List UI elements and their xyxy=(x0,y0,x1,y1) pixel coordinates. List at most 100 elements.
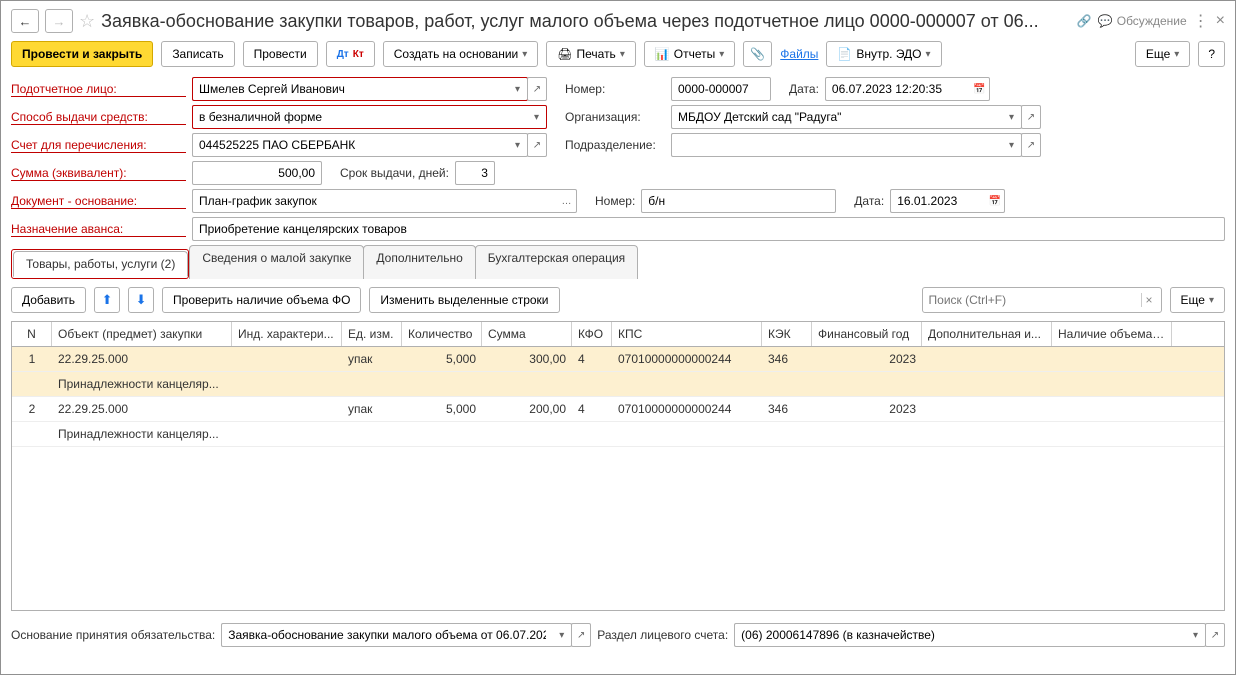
col-qty[interactable]: Количество xyxy=(402,322,482,346)
paperclip-icon: 📎 xyxy=(750,47,765,61)
basis-number-input[interactable] xyxy=(646,193,831,209)
help-button[interactable]: ? xyxy=(1198,41,1225,67)
person-label: Подотчетное лицо: xyxy=(11,82,186,97)
col-extra[interactable]: Дополнительная и... xyxy=(922,322,1052,346)
col-sum[interactable]: Сумма xyxy=(482,322,572,346)
table-row-desc[interactable]: Принадлежности канцеляр... xyxy=(12,372,1224,397)
date-input[interactable] xyxy=(830,81,966,97)
person-dropdown-button[interactable]: ▾ xyxy=(508,77,528,101)
purpose-label: Назначение аванса: xyxy=(11,222,186,237)
basis-input[interactable] xyxy=(197,193,553,209)
col-avail[interactable]: Наличие объема ... xyxy=(1052,322,1172,346)
search-clear-button[interactable]: × xyxy=(1141,293,1157,307)
print-button[interactable]: 🖨 Печать xyxy=(546,41,636,67)
account-label: Счет для перечисления: xyxy=(11,138,186,153)
account-section-label: Раздел лицевого счета: xyxy=(597,628,728,642)
basis-date-input[interactable] xyxy=(895,193,981,209)
col-kps[interactable]: КПС xyxy=(612,322,762,346)
files-link[interactable]: Файлы xyxy=(780,47,818,61)
obligation-basis-label: Основание принятия обязательства: xyxy=(11,628,215,642)
sum-label: Сумма (эквивалент): xyxy=(11,166,186,181)
account-open-button[interactable]: ↗ xyxy=(527,133,547,157)
org-open-button[interactable]: ↗ xyxy=(1021,105,1041,129)
add-row-button[interactable]: Добавить xyxy=(11,287,86,313)
debit-credit-button[interactable]: Дт Кт xyxy=(326,41,375,67)
account-input[interactable] xyxy=(197,137,504,153)
method-input[interactable] xyxy=(197,109,523,125)
kt-icon: Кт xyxy=(353,49,364,60)
link-icon[interactable]: 🔗 xyxy=(1077,14,1092,28)
basis-date-label: Дата: xyxy=(854,194,884,208)
org-dropdown-button[interactable]: ▾ xyxy=(1002,105,1022,129)
move-down-button[interactable]: ⬇ xyxy=(128,287,154,313)
tab-accounting[interactable]: Бухгалтерская операция xyxy=(475,245,638,279)
create-based-on-button[interactable]: Создать на основании xyxy=(383,41,539,67)
col-unit[interactable]: Ед. изм. xyxy=(342,322,402,346)
tab-additional[interactable]: Дополнительно xyxy=(363,245,475,279)
nav-forward-button[interactable]: → xyxy=(45,9,73,33)
report-icon: 📊 xyxy=(655,47,670,61)
reports-button[interactable]: 📊 Отчеты xyxy=(644,41,735,67)
col-n[interactable]: N xyxy=(12,322,52,346)
dept-dropdown-button[interactable]: ▾ xyxy=(1002,133,1022,157)
col-ind[interactable]: Инд. характери... xyxy=(232,322,342,346)
more-button[interactable]: Еще xyxy=(1135,41,1190,67)
person-input[interactable] xyxy=(197,81,504,97)
attachment-button[interactable]: 📎 xyxy=(743,41,772,67)
page-title: Заявка-обоснование закупки товаров, рабо… xyxy=(101,11,1071,32)
move-up-button[interactable]: ⬆ xyxy=(94,287,120,313)
sum-input[interactable] xyxy=(197,165,317,181)
number-label: Номер: xyxy=(565,82,665,96)
method-label: Способ выдачи средств: xyxy=(11,110,186,125)
basis-select-button[interactable]: … xyxy=(557,189,577,213)
nav-back-button[interactable]: ← xyxy=(11,9,39,33)
section-open-button[interactable]: ↗ xyxy=(1205,623,1225,647)
close-icon[interactable]: × xyxy=(1216,12,1225,30)
obligation-basis-input[interactable] xyxy=(226,627,548,643)
account-dropdown-button[interactable]: ▾ xyxy=(508,133,528,157)
col-kfo[interactable]: КФО xyxy=(572,322,612,346)
days-label: Срок выдачи, дней: xyxy=(340,166,449,180)
col-finyear[interactable]: Финансовый год xyxy=(812,322,922,346)
table-row[interactable]: 1 22.29.25.000 упак 5,000 300,00 4 07010… xyxy=(12,347,1224,372)
dept-input[interactable] xyxy=(676,137,998,153)
table-row[interactable]: 2 22.29.25.000 упак 5,000 200,00 4 07010… xyxy=(12,397,1224,422)
account-section-input[interactable] xyxy=(739,627,1182,643)
tab-small-purchase[interactable]: Сведения о малой закупке xyxy=(189,245,364,279)
check-fo-button[interactable]: Проверить наличие объема ФО xyxy=(162,287,361,313)
col-object[interactable]: Объект (предмет) закупки xyxy=(52,322,232,346)
method-dropdown-button[interactable]: ▾ xyxy=(527,105,547,129)
post-button[interactable]: Провести xyxy=(243,41,318,67)
document-icon: 📄 xyxy=(837,47,852,61)
edo-button[interactable]: 📄 Внутр. ЭДО xyxy=(826,41,941,67)
grid-search-input[interactable] xyxy=(927,292,1141,308)
days-input[interactable] xyxy=(460,165,490,181)
date-calendar-button[interactable]: 📅 xyxy=(970,77,990,101)
grid-more-button[interactable]: Еще xyxy=(1170,287,1225,313)
person-open-button[interactable]: ↗ xyxy=(527,77,547,101)
kebab-menu-icon[interactable]: ⋮ xyxy=(1193,11,1210,31)
dept-label: Подразделение: xyxy=(565,138,665,152)
basis-number-label: Номер: xyxy=(595,194,635,208)
number-input[interactable] xyxy=(676,81,766,97)
comment-icon: 💬 xyxy=(1098,14,1113,28)
favorite-star-icon[interactable]: ☆ xyxy=(79,11,95,32)
org-label: Организация: xyxy=(565,110,665,124)
obligation-dropdown-button[interactable]: ▾ xyxy=(552,623,572,647)
printer-icon: 🖨 xyxy=(557,47,572,61)
purpose-input[interactable] xyxy=(197,221,1220,237)
section-dropdown-button[interactable]: ▾ xyxy=(1186,623,1206,647)
col-kek[interactable]: КЭК xyxy=(762,322,812,346)
post-and-close-button[interactable]: Провести и закрыть xyxy=(11,41,153,67)
dept-open-button[interactable]: ↗ xyxy=(1021,133,1041,157)
table-row-desc[interactable]: Принадлежности канцеляр... xyxy=(12,422,1224,447)
change-rows-button[interactable]: Изменить выделенные строки xyxy=(369,287,559,313)
org-input[interactable] xyxy=(676,109,998,125)
save-button[interactable]: Записать xyxy=(161,41,234,67)
dt-icon: Дт xyxy=(337,49,349,60)
obligation-open-button[interactable]: ↗ xyxy=(571,623,591,647)
discussion-button[interactable]: 💬 Обсуждение xyxy=(1098,14,1187,28)
tab-goods[interactable]: Товары, работы, услуги (2) xyxy=(13,251,188,277)
date-label: Дата: xyxy=(789,82,819,96)
basis-date-calendar-button[interactable]: 📅 xyxy=(985,189,1005,213)
